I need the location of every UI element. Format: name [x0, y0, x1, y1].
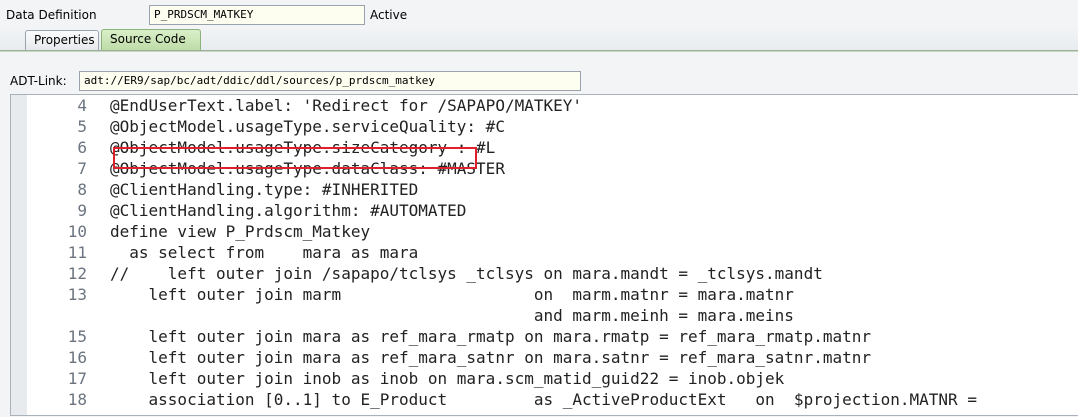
code-text: left outer join inob as inob on mara.scm… — [110, 369, 785, 388]
code-text: left outer join mara as ref_mara_rmatp o… — [110, 327, 871, 346]
code-text: @ObjectModel.usageType.sizeCategory : #L — [110, 138, 496, 157]
code-line[interactable]: 7 @ObjectModel.usageType.dataClass: #MAST… — [11, 158, 1078, 179]
line-number: 16 — [67, 348, 87, 367]
line-number: 8 — [77, 180, 87, 199]
code-line[interactable]: 8 @ClientHandling.type: #INHERITED — [11, 179, 1078, 200]
line-number: 18 — [67, 390, 87, 409]
code-text: @ObjectModel.usageType.dataClass: #MASTE… — [110, 159, 505, 178]
data-definition-name-field[interactable]: P_PRDSCM_MATKEY — [149, 5, 365, 25]
line-number: 17 — [67, 369, 87, 388]
code-text: @ClientHandling.algorithm: #AUTOMATED — [110, 201, 467, 220]
code-line[interactable]: 5 @ObjectModel.usageType.serviceQuality: … — [11, 116, 1078, 137]
code-line[interactable]: 17 left outer join inob as inob on mara.… — [11, 368, 1078, 389]
tab-source-code[interactable]: Source Code — [101, 29, 201, 50]
code-text: @ClientHandling.type: #INHERITED — [110, 180, 419, 199]
status-label: Active — [370, 8, 408, 22]
line-number: 7 — [77, 159, 87, 178]
line-number: 12 — [67, 264, 87, 283]
adt-link-field[interactable]: adt://ER9/sap/bc/adt/ddic/ddl/sources/p_… — [79, 71, 581, 91]
code-line[interactable]: 11 as select from mara as mara — [11, 242, 1078, 263]
code-text: define view P_Prdscm_Matkey — [110, 222, 371, 241]
line-number: 13 — [67, 285, 87, 304]
code-line[interactable]: 4 @EndUserText.label: 'Redirect for /SAPA… — [11, 95, 1078, 116]
code-line[interactable]: 16 left outer join mara as ref_mara_satn… — [11, 347, 1078, 368]
code-text: as select from mara as mara — [110, 243, 419, 262]
code-text: @EndUserText.label: 'Redirect for /SAPAP… — [110, 96, 583, 115]
code-text: @ObjectModel.usageType.serviceQuality: #… — [110, 117, 505, 136]
tab-properties-label: Properties — [34, 33, 95, 47]
code-text: and marm.meinh = mara.meins — [110, 306, 794, 325]
adt-link-label: ADT-Link: — [10, 74, 67, 88]
code-line[interactable]: 13 left outer join marm on marm.matnr = … — [11, 284, 1078, 305]
code-text: left outer join mara as ref_mara_satnr o… — [110, 348, 871, 367]
line-number: 9 — [77, 201, 87, 220]
header-bar: Data Definition P_PRDSCM_MATKEY Active — [0, 0, 1078, 30]
code-text: left outer join marm on marm.matnr = mar… — [110, 285, 794, 304]
code-line[interactable]: 15 left outer join mara as ref_mara_rmat… — [11, 326, 1078, 347]
code-line[interactable]: and marm.meinh = mara.meins — [11, 305, 1078, 326]
code-line[interactable]: 6 @ObjectModel.usageType.sizeCategory : #… — [11, 137, 1078, 158]
code-text: association [0..1] to E_Product as _Acti… — [110, 390, 977, 409]
line-number: 10 — [67, 222, 87, 241]
code-line[interactable]: 10 define view P_Prdscm_Matkey — [11, 221, 1078, 242]
line-number: 5 — [77, 117, 87, 136]
line-number: 11 — [67, 243, 87, 262]
code-line[interactable]: 18 association [0..1] to E_Product as _A… — [11, 389, 1078, 410]
tab-strip: Properties Source Code — [0, 28, 1078, 51]
line-number: 6 — [77, 138, 87, 157]
adt-link-row: ADT-Link: adt://ER9/sap/bc/adt/ddic/ddl/… — [0, 66, 1078, 92]
tab-source-code-label: Source Code — [110, 32, 186, 46]
code-line[interactable]: 9 @ClientHandling.algorithm: #AUTOMATED — [11, 200, 1078, 221]
data-definition-label: Data Definition — [6, 8, 97, 22]
code-text: // left outer join /sapapo/tclsys _tclsy… — [110, 264, 823, 283]
code-editor[interactable]: 4 @EndUserText.label: 'Redirect for /SAPA… — [10, 94, 1078, 416]
line-number: 4 — [77, 96, 87, 115]
tab-properties[interactable]: Properties — [25, 30, 99, 50]
code-line[interactable]: 12 // left outer join /sapapo/tclsys _tcl… — [11, 263, 1078, 284]
line-number: 15 — [67, 327, 87, 346]
